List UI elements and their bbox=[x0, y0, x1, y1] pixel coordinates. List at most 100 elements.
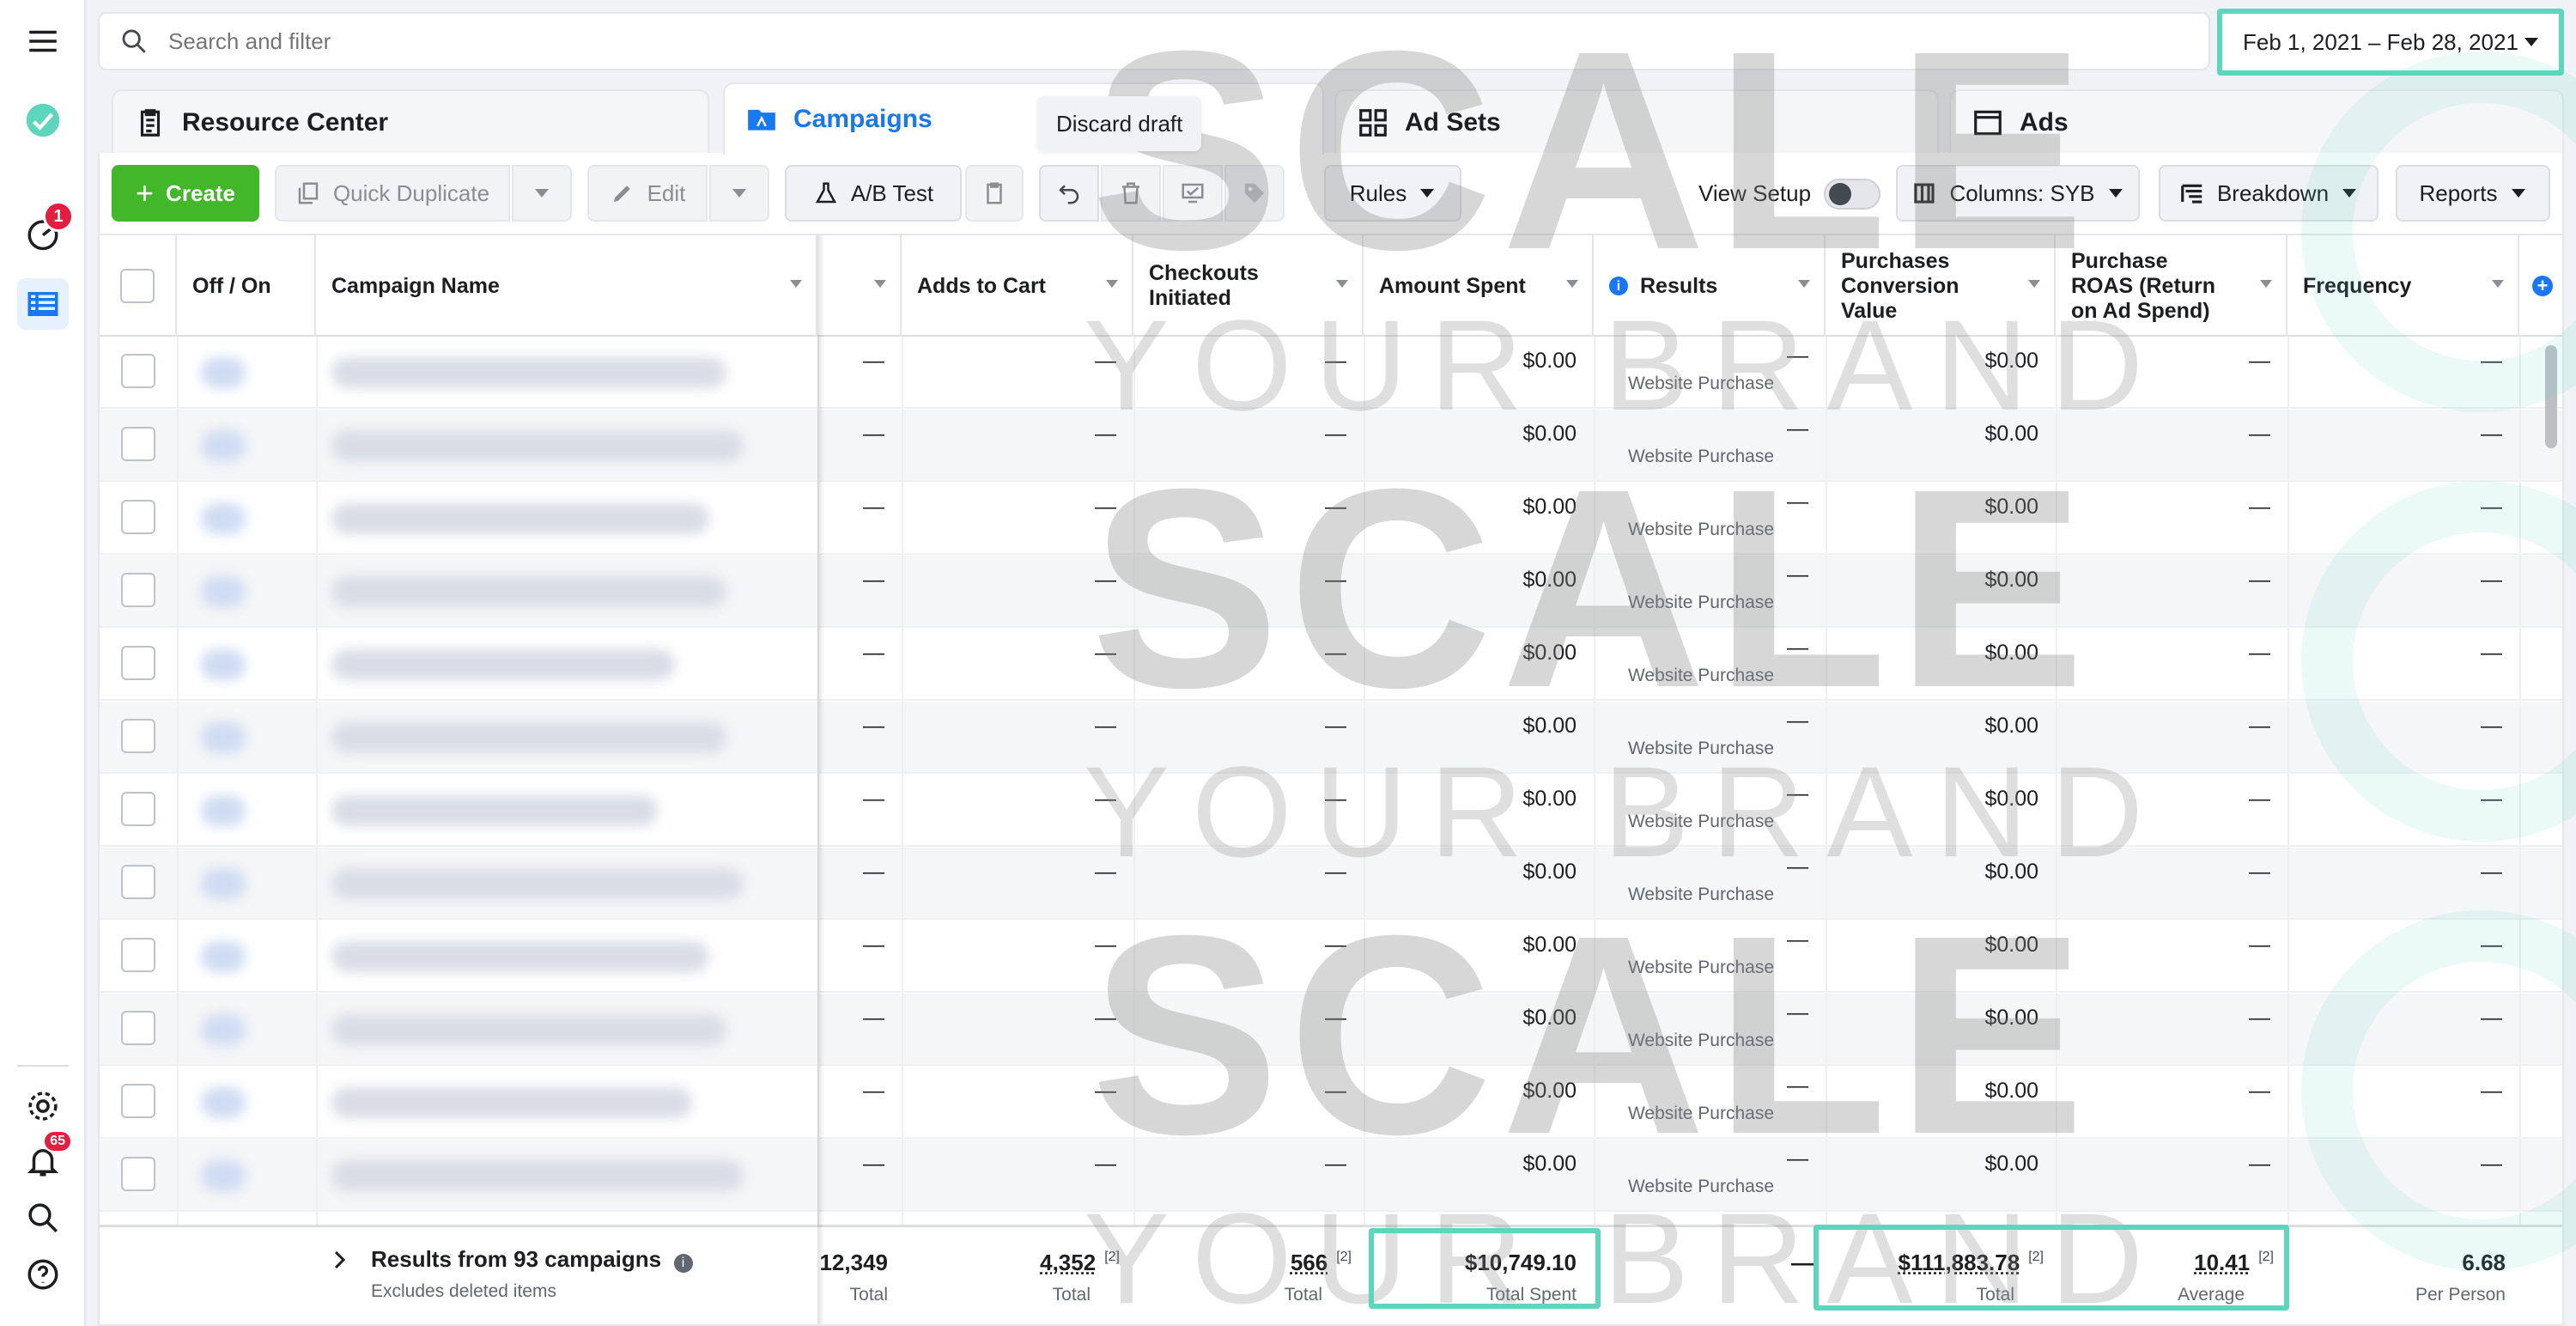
row-checkbox[interactable] bbox=[121, 792, 155, 826]
cell-checkouts-initiated: — bbox=[1325, 714, 1346, 738]
account-overview-icon[interactable]: 1 bbox=[17, 201, 74, 259]
notifications-bell-icon[interactable]: 65 bbox=[17, 1130, 72, 1187]
sort-caret-icon bbox=[1106, 280, 1118, 288]
campaign-name-blurred[interactable] bbox=[331, 503, 709, 534]
table-row[interactable]: — — — $0.00 — Website Purchase $0.00 — — bbox=[100, 775, 2562, 847]
campaign-toolbar: + Create Quick Duplicate Edit A/B Test R… bbox=[98, 153, 2564, 234]
reports-button[interactable]: Reports bbox=[2396, 165, 2550, 222]
row-checkbox[interactable] bbox=[121, 865, 155, 899]
table-row[interactable]: — — — $0.00 — Website Purchase $0.00 — — bbox=[100, 337, 2562, 409]
view-setup-toggle[interactable] bbox=[1824, 179, 1880, 210]
frozen-column-divider bbox=[817, 235, 824, 1324]
add-column-button[interactable]: + bbox=[2519, 235, 2562, 337]
column-header-purchase-roas[interactable]: Purchase ROAS (Return on Ad Spend) bbox=[2056, 235, 2287, 337]
campaign-name-blurred[interactable] bbox=[331, 1087, 692, 1118]
campaign-toggle-blurred[interactable] bbox=[201, 1087, 246, 1118]
campaign-name-blurred[interactable] bbox=[331, 430, 744, 461]
campaign-toggle-blurred[interactable] bbox=[201, 357, 246, 388]
campaign-name-blurred[interactable] bbox=[331, 357, 726, 388]
date-range-picker[interactable]: Feb 1, 2021 – Feb 28, 2021 bbox=[2217, 9, 2564, 76]
create-button[interactable]: + Create bbox=[112, 165, 259, 222]
column-header-adds-to-cart[interactable]: Adds to Cart bbox=[902, 235, 1133, 337]
row-checkbox[interactable] bbox=[121, 427, 155, 461]
table-row[interactable]: — — — $0.00 — Website Purchase $0.00 — — bbox=[100, 556, 2562, 628]
table-row[interactable]: — — — $0.00 — Website Purchase $0.00 — — bbox=[100, 702, 2562, 774]
tab-campaigns[interactable]: Campaigns bbox=[723, 82, 1324, 155]
campaign-toggle-blurred[interactable] bbox=[201, 868, 246, 899]
table-row[interactable]: — — — $0.00 — Website Purchase $0.00 — — bbox=[100, 1140, 2562, 1212]
delete-button[interactable] bbox=[1101, 165, 1161, 222]
table-row[interactable]: — — — $0.00 — Website Purchase $0.00 — — bbox=[100, 483, 2562, 555]
row-checkbox[interactable] bbox=[121, 573, 155, 607]
expand-chevron-icon[interactable] bbox=[333, 1250, 347, 1275]
undo-button[interactable] bbox=[1039, 165, 1099, 222]
tag-button[interactable] bbox=[1224, 165, 1285, 222]
campaign-toggle-blurred[interactable] bbox=[201, 722, 246, 753]
edit-dropdown[interactable] bbox=[709, 165, 769, 222]
select-all-checkbox[interactable] bbox=[120, 269, 155, 303]
column-header-checkouts-initiated[interactable]: Checkouts Initiated bbox=[1133, 235, 1364, 337]
campaign-name-blurred[interactable] bbox=[331, 795, 658, 826]
row-checkbox[interactable] bbox=[121, 646, 155, 680]
row-checkbox[interactable] bbox=[121, 500, 155, 534]
ads-manager-table-icon[interactable] bbox=[17, 278, 69, 330]
column-header-frequency[interactable]: Frequency bbox=[2287, 235, 2519, 337]
table-row[interactable]: — — — $0.00 — Website Purchase $0.00 — — bbox=[100, 629, 2562, 701]
table-row[interactable]: — — — $0.00 — Website Purchase $0.00 — — bbox=[100, 410, 2562, 482]
campaign-toggle-blurred[interactable] bbox=[201, 430, 246, 461]
campaign-name-blurred[interactable] bbox=[331, 1160, 744, 1191]
brand-logo-icon[interactable] bbox=[17, 94, 69, 146]
search-icon[interactable] bbox=[17, 1192, 69, 1244]
table-row[interactable]: — — — $0.00 — Website Purchase $0.00 — — bbox=[100, 1067, 2562, 1139]
column-header-off-on[interactable]: Off / On bbox=[177, 235, 316, 337]
vertical-scrollbar[interactable] bbox=[2545, 345, 2557, 448]
paste-button[interactable] bbox=[965, 165, 1024, 222]
campaign-toggle-blurred[interactable] bbox=[201, 503, 246, 534]
quick-duplicate-dropdown[interactable] bbox=[512, 165, 572, 222]
settings-gear-icon[interactable] bbox=[17, 1080, 69, 1132]
row-select bbox=[100, 629, 177, 701]
edit-button[interactable]: Edit bbox=[587, 165, 708, 222]
search-input[interactable] bbox=[168, 27, 2143, 55]
table-row[interactable]: — — — $0.00 — Website Purchase $0.00 — — bbox=[100, 921, 2562, 993]
breakdown-button[interactable]: Breakdown bbox=[2159, 165, 2379, 222]
rules-button[interactable]: Rules bbox=[1324, 165, 1461, 222]
campaign-toggle-blurred[interactable] bbox=[201, 1014, 246, 1045]
column-header-campaign-name[interactable]: Campaign Name bbox=[316, 235, 817, 337]
row-checkbox[interactable] bbox=[121, 1084, 155, 1118]
search-filter-bar[interactable] bbox=[98, 12, 2210, 70]
columns-button[interactable]: Columns: SYB bbox=[1896, 165, 2140, 222]
help-icon[interactable] bbox=[17, 1249, 69, 1300]
campaign-toggle-blurred[interactable] bbox=[201, 576, 246, 607]
preview-button[interactable] bbox=[1163, 165, 1223, 222]
campaign-toggle-blurred[interactable] bbox=[201, 649, 246, 680]
campaign-name-blurred[interactable] bbox=[331, 1014, 726, 1045]
quick-duplicate-button[interactable]: Quick Duplicate bbox=[275, 165, 510, 222]
row-checkbox[interactable] bbox=[121, 938, 155, 972]
column-header-amount-spent[interactable]: Amount Spent bbox=[1364, 235, 1594, 337]
column-header-purchases-conversion-value[interactable]: Purchases Conversion Value bbox=[1826, 235, 2056, 337]
column-header-results[interactable]: i Results bbox=[1594, 235, 1826, 337]
campaign-name-blurred[interactable] bbox=[331, 649, 675, 680]
campaign-name-blurred[interactable] bbox=[331, 722, 726, 753]
campaign-name-blurred[interactable] bbox=[331, 868, 744, 899]
tab-resource-center[interactable]: Resource Center bbox=[112, 89, 709, 155]
ab-test-button[interactable]: A/B Test bbox=[785, 165, 962, 222]
row-checkbox[interactable] bbox=[121, 1011, 155, 1045]
campaign-toggle-blurred[interactable] bbox=[201, 941, 246, 972]
campaign-toggle-blurred[interactable] bbox=[201, 795, 246, 826]
campaign-toggle-blurred[interactable] bbox=[201, 1160, 246, 1191]
menu-icon[interactable] bbox=[17, 15, 69, 67]
cell-checkouts-initiated: — bbox=[1325, 933, 1346, 957]
column-header-hidden[interactable] bbox=[817, 235, 902, 337]
tab-ads[interactable]: Ads bbox=[1949, 89, 2564, 155]
row-checkbox[interactable] bbox=[121, 719, 155, 753]
row-checkbox[interactable] bbox=[121, 1157, 155, 1191]
table-row[interactable]: — — — $0.00 — Website Purchase $0.00 — — bbox=[100, 848, 2562, 920]
campaign-name-blurred[interactable] bbox=[331, 941, 709, 972]
campaign-name-blurred[interactable] bbox=[331, 576, 726, 607]
table-row[interactable]: — — — $0.00 — Website Purchase $0.00 — — bbox=[100, 994, 2562, 1066]
row-checkbox[interactable] bbox=[121, 354, 155, 388]
column-separator bbox=[1594, 337, 1595, 1225]
tab-ad-sets[interactable]: Ad Sets bbox=[1334, 89, 1939, 155]
